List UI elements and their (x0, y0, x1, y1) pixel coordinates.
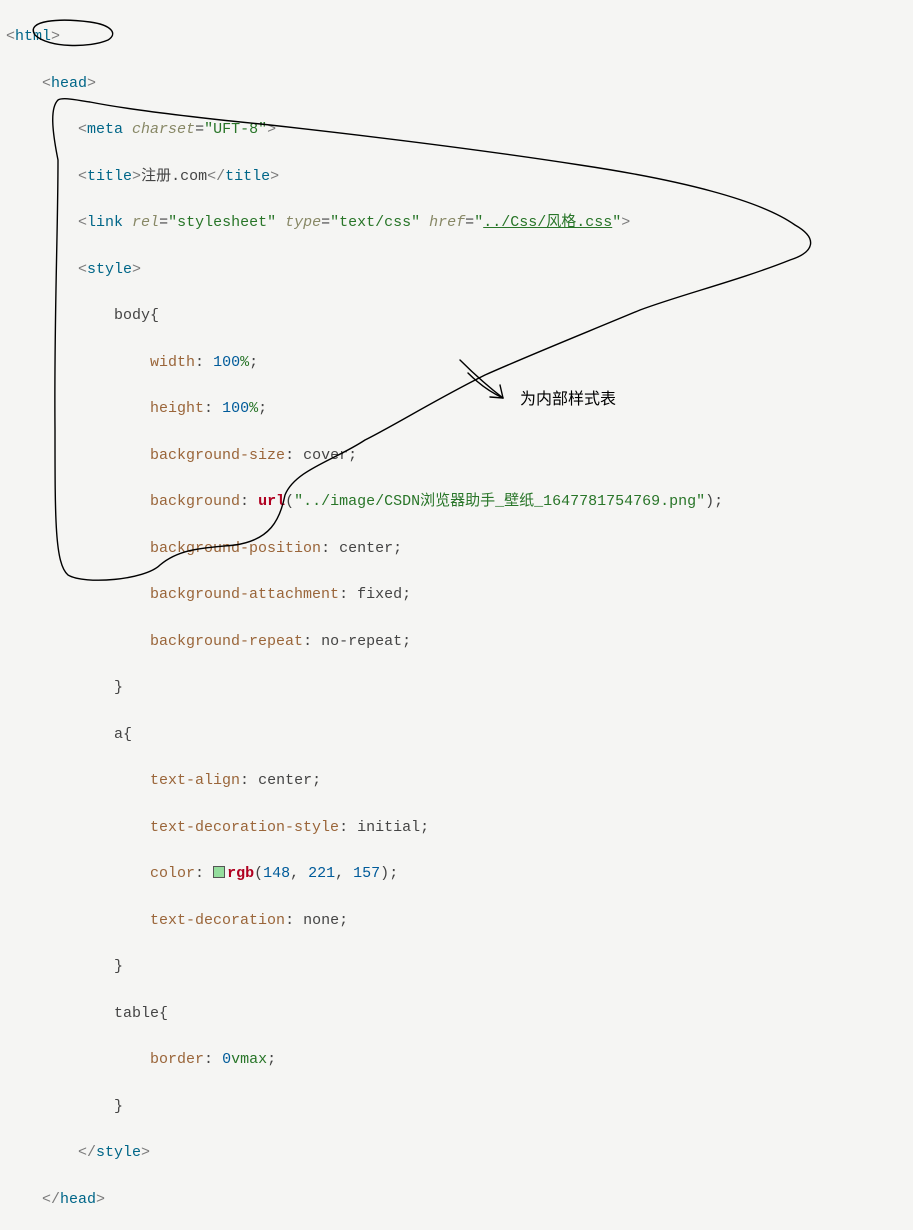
link-href-path: ../Css/风格.css (483, 214, 612, 231)
selector-table: table (114, 1005, 159, 1022)
selector-body: body (114, 307, 150, 324)
css-rgb-fn: rgb (227, 865, 254, 882)
tag-style-open: style (87, 261, 132, 278)
tag-html: html (15, 28, 51, 45)
tag-style-close: style (96, 1144, 141, 1161)
code-block: <html> <head> <meta charset="UFT-8"> <ti… (0, 0, 913, 1230)
tag-meta: meta (87, 121, 123, 138)
css-url-fn: url (258, 493, 285, 510)
tag-title: title (87, 168, 132, 185)
bg-image-path: "../image/CSDN浏览器助手_壁纸_1647781754769.png… (294, 493, 705, 510)
tag-link: link (87, 214, 123, 231)
selector-a: a (114, 726, 123, 743)
title-text: 注册.com (141, 168, 207, 185)
color-swatch-icon (213, 866, 225, 878)
tag-head: head (51, 75, 87, 92)
tag-head-close: head (60, 1191, 96, 1208)
annotation-label: 为内部样式表 (520, 388, 616, 413)
